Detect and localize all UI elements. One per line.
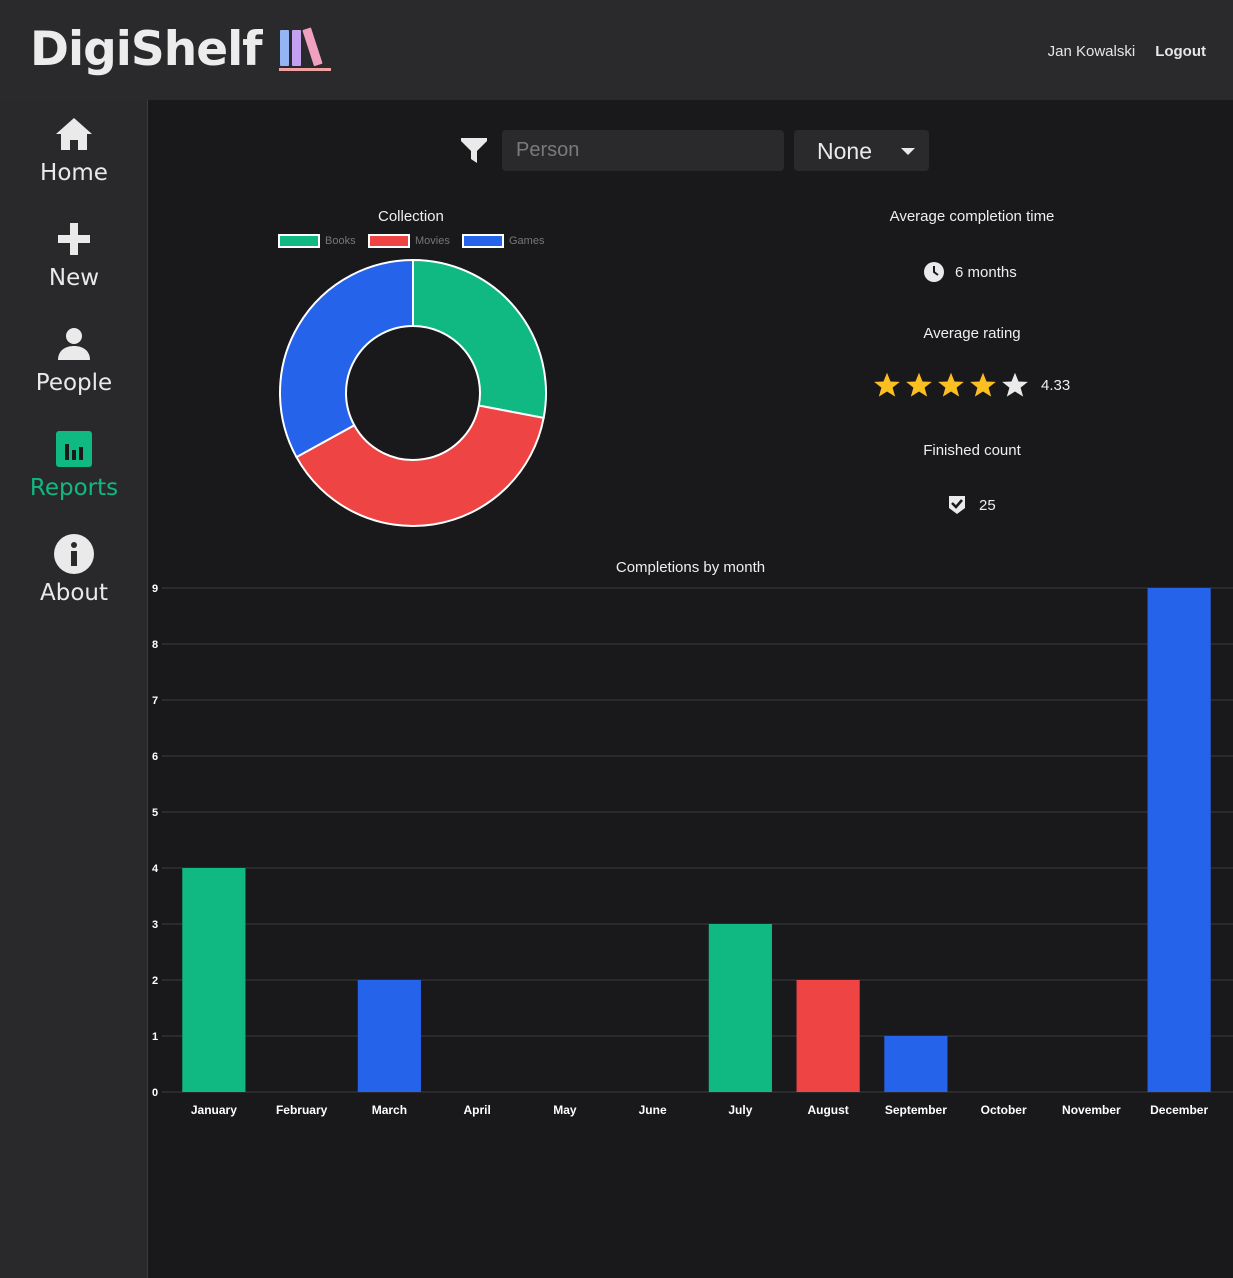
star-empty-icon	[1002, 372, 1028, 397]
x-tick-label: February	[276, 1103, 328, 1117]
person-input[interactable]	[502, 130, 784, 171]
y-tick-label: 1	[152, 1031, 158, 1043]
x-tick-label: April	[463, 1103, 490, 1117]
legend-label-books: Books	[325, 235, 356, 247]
type-select[interactable]: None	[794, 130, 929, 171]
donut-slice-books[interactable]	[412, 258, 547, 420]
star-filled-icon	[970, 372, 996, 397]
bookshelf-logo-icon	[278, 27, 331, 71]
y-tick-label: 8	[152, 639, 158, 651]
sidebar: Home New People Reports About	[0, 100, 148, 1278]
star-filled-icon	[938, 372, 964, 397]
bar-chart-icon	[54, 429, 94, 469]
user-area: Jan Kowalski Logout	[1048, 43, 1206, 60]
nav-item-new[interactable]: New	[0, 219, 148, 319]
x-tick-label: September	[885, 1103, 947, 1117]
nav-label-people: People	[35, 370, 113, 396]
logout-link[interactable]: Logout	[1155, 43, 1206, 60]
bar-july[interactable]	[708, 924, 772, 1092]
user-name: Jan Kowalski	[1047, 43, 1136, 60]
star-filled-icon	[874, 372, 900, 397]
completions-chart-title: Completions by month	[615, 559, 766, 576]
rating-stars	[873, 371, 1029, 399]
avg-completion-value: 6 months	[955, 263, 1017, 281]
nav-item-about[interactable]: About	[0, 534, 148, 634]
avg-completion-title: Average completion time	[889, 208, 1055, 225]
plus-icon	[54, 219, 94, 259]
filter-icon[interactable]	[460, 136, 488, 164]
nav-item-reports[interactable]: Reports	[0, 429, 148, 529]
info-icon	[54, 534, 94, 574]
y-tick-label: 7	[152, 695, 158, 707]
finished-count-value: 25	[979, 496, 996, 514]
finished-count-title: Finished count	[923, 442, 1021, 459]
bar-december[interactable]	[1147, 588, 1211, 1092]
avg-rating-value: 4.33	[1041, 376, 1071, 394]
legend-item-movies[interactable]: Movies	[368, 234, 450, 248]
app-title: DigiShelf	[30, 22, 263, 77]
x-tick-label: October	[981, 1103, 1027, 1117]
nav-label-home: Home	[40, 160, 108, 186]
legend-label-movies: Movies	[415, 235, 450, 247]
finished-count-row: 25	[947, 494, 996, 516]
x-tick-label: July	[728, 1103, 752, 1117]
y-tick-label: 4	[152, 863, 159, 875]
type-select-value: None	[817, 138, 872, 164]
bar-march[interactable]	[357, 980, 421, 1092]
x-tick-label: December	[1150, 1103, 1208, 1117]
check-badge-icon	[949, 496, 965, 514]
x-tick-label: June	[639, 1103, 667, 1117]
avg-rating-title: Average rating	[923, 325, 1021, 342]
x-tick-label: November	[1062, 1103, 1121, 1117]
x-tick-label: January	[191, 1103, 237, 1117]
x-tick-label: August	[807, 1103, 848, 1117]
avg-rating-row: 4.33	[873, 371, 1070, 399]
star-filled-icon	[906, 372, 932, 397]
chevron-down-icon	[901, 148, 915, 155]
legend-swatch-books	[278, 234, 320, 248]
nav-label-reports: Reports	[29, 475, 119, 501]
person-icon	[54, 324, 94, 364]
bar-august[interactable]	[796, 980, 860, 1092]
y-tick-label: 0	[152, 1087, 158, 1099]
home-icon	[54, 114, 94, 154]
top-bar: DigiShelf Jan Kowalski Logout	[0, 0, 1233, 100]
donut-slice-games[interactable]	[279, 258, 414, 459]
bar-january[interactable]	[182, 868, 246, 1092]
legend-swatch-games	[462, 234, 504, 248]
nav-label-new: New	[48, 265, 100, 291]
nav-item-people[interactable]: People	[0, 324, 148, 424]
legend-swatch-movies	[368, 234, 410, 248]
y-tick-label: 9	[152, 583, 158, 595]
collection-donut-chart	[279, 258, 547, 527]
x-tick-label: May	[553, 1103, 577, 1117]
y-tick-label: 6	[152, 751, 158, 763]
legend-item-games[interactable]: Games	[462, 234, 544, 248]
y-tick-label: 5	[152, 807, 158, 819]
avg-completion-row: 6 months	[923, 261, 1017, 283]
y-tick-label: 3	[152, 919, 158, 931]
collection-chart-title: Collection	[378, 208, 444, 225]
brand[interactable]: DigiShelf	[30, 22, 332, 77]
completions-bar-chart: 0 1 2 3 4 5 6 7 8 9 January February March April May Ju…	[152, 583, 1233, 1117]
nav-item-home[interactable]: Home	[0, 114, 148, 214]
legend-item-books[interactable]: Books	[278, 234, 356, 248]
y-tick-label: 2	[152, 975, 158, 987]
bar-september[interactable]	[884, 1036, 948, 1092]
clock-icon	[924, 262, 944, 282]
x-tick-label: March	[372, 1103, 407, 1117]
legend-label-games: Games	[509, 235, 545, 247]
nav-label-about: About	[39, 580, 108, 606]
